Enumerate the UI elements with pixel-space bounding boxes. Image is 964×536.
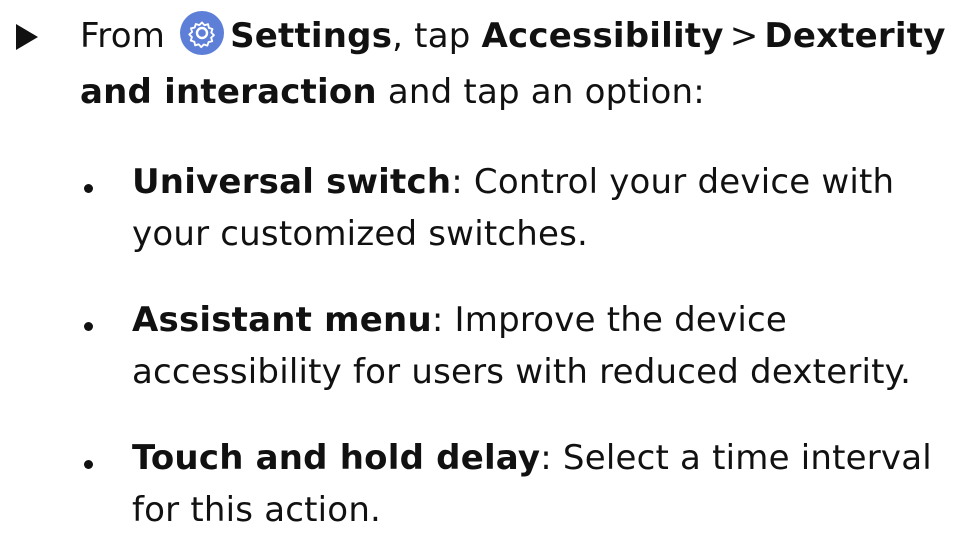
chevron-right-icon: > [729,16,759,56]
settings-label: Settings [230,16,393,56]
step-suffix: and tap an option: [387,72,705,112]
gear-icon [180,11,225,55]
tap-text: , tap [392,16,471,56]
bullet-icon [84,460,93,469]
bullet-icon [84,322,93,331]
option-text: Assistant menu: Improve the device acces… [132,294,957,398]
option-name: Assistant menu [132,300,432,340]
option-text: Universal switch: Control your device wi… [132,156,957,260]
option-name: Touch and hold delay [132,438,541,478]
option-name: Universal switch [132,162,452,202]
option-text: Touch and hold delay: Select a time inte… [132,432,957,536]
from-text: From [80,16,166,56]
play-triangle-icon [16,24,38,50]
accessibility-label: Accessibility [481,16,724,56]
instruction-page: From Settings, tap Accessibility > Dexteri… [0,0,964,534]
step-text: From Settings, tap Accessibility > Dexteri… [80,8,950,120]
bullet-icon [84,184,93,193]
